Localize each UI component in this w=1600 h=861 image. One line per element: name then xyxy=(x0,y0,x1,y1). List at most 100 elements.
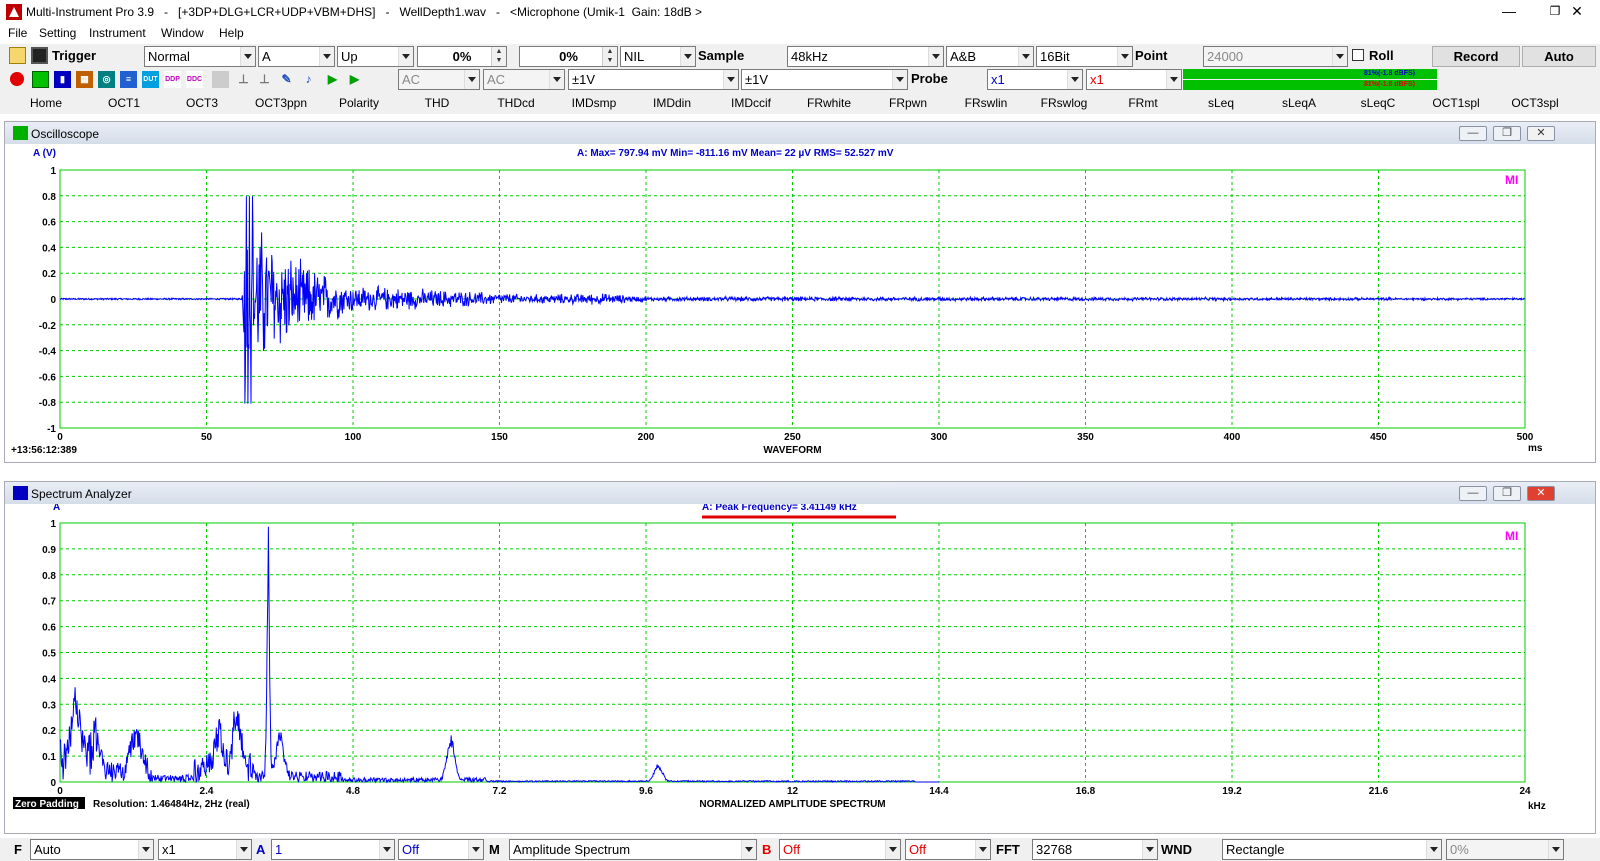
tab-sleq[interactable]: sLeq xyxy=(1183,96,1259,110)
tab-frswlin[interactable]: FRswlin xyxy=(948,96,1024,110)
tab-frswlog[interactable]: FRswlog xyxy=(1026,96,1102,110)
tab-imddin[interactable]: IMDdin xyxy=(634,96,710,110)
coupling-a-select[interactable]: AC xyxy=(398,69,480,90)
y-tick-label: 0.2 xyxy=(42,269,56,280)
y-axis-unit: A xyxy=(53,504,60,513)
auto-button[interactable]: Auto xyxy=(1522,46,1596,67)
menu-instrument[interactable]: Instrument xyxy=(89,26,146,40)
open-folder-icon[interactable] xyxy=(9,47,26,64)
overlap-select[interactable]: 0% xyxy=(1446,839,1564,860)
chevron-down-icon xyxy=(1117,47,1132,66)
measurement-select[interactable]: Amplitude Spectrum xyxy=(509,839,757,860)
tab-imdsmp[interactable]: IMDsmp xyxy=(556,96,632,110)
record-dot-icon[interactable] xyxy=(10,72,24,86)
trigger-edge-select[interactable]: Up xyxy=(337,46,414,67)
panel-restore-button[interactable]: ❐ xyxy=(1493,486,1521,501)
channels-select[interactable]: A&B xyxy=(946,46,1034,67)
tab-frwhite[interactable]: FRwhite xyxy=(791,96,867,110)
a-option-select[interactable]: Off xyxy=(398,839,484,860)
x-tick-label: 500 xyxy=(1517,432,1534,443)
panel-close-button[interactable]: ✕ xyxy=(1527,126,1555,141)
speaker-icon[interactable]: ♪ xyxy=(300,71,317,88)
range-a-select[interactable]: ±1V xyxy=(568,69,739,90)
trigger-up-icon[interactable]: ⊥ xyxy=(235,71,252,88)
x-tick-label: 16.8 xyxy=(1076,786,1096,797)
trigger-mode-select[interactable]: Normal xyxy=(144,46,256,67)
panel-restore-button[interactable]: ❐ xyxy=(1493,126,1521,141)
spectrum-icon[interactable]: ▮ xyxy=(54,71,71,88)
f-scale-select[interactable]: Auto xyxy=(30,839,154,860)
phase-plot-icon[interactable]: ◎ xyxy=(98,71,115,88)
tab-frmt[interactable]: FRmt xyxy=(1105,96,1181,110)
chevron-down-icon xyxy=(1426,840,1441,859)
spectrum-panel: Spectrum Analyzer — ❐ ✕ 0 2.4 4.8 7.2 9.6 12 1… xyxy=(4,481,1596,834)
trigger-level-stepper[interactable]: 0% ▲ ▼ xyxy=(417,46,507,67)
tab-oct1[interactable]: OCT1 xyxy=(86,96,162,110)
tab-sleqa[interactable]: sLeqA xyxy=(1261,96,1337,110)
y-tick-label: -1 xyxy=(47,424,56,435)
minimize-button[interactable]: — xyxy=(1486,0,1532,24)
dut-icon[interactable]: DUT xyxy=(142,71,159,88)
chevron-down-icon xyxy=(549,70,564,89)
tab-polarity[interactable]: Polarity xyxy=(321,96,397,110)
level-a-text: 81%(-1.8 dBFS) xyxy=(1364,70,1415,77)
trigger-b-icon[interactable]: ⊥ xyxy=(256,71,273,88)
bits-select[interactable]: 16Bit xyxy=(1036,46,1133,67)
probe-a-select[interactable]: x1 xyxy=(987,69,1083,90)
tab-oct3[interactable]: OCT3 xyxy=(164,96,240,110)
panel-minimize-button[interactable]: — xyxy=(1459,486,1487,501)
wrench-icon[interactable]: ✎ xyxy=(278,71,295,88)
tab-oct3spl[interactable]: OCT3spl xyxy=(1497,96,1573,110)
chevron-down-icon xyxy=(319,47,334,66)
window-function-select[interactable]: Rectangle xyxy=(1222,839,1442,860)
play-icon[interactable]: ▶ xyxy=(324,71,341,88)
menu-file[interactable]: File xyxy=(8,26,27,40)
spectrum-chart[interactable]: 0 2.4 4.8 7.2 9.6 12 14.4 16.8 19.2 21.6 24 1 0.9 0.8… xyxy=(5,504,1595,833)
menu-window[interactable]: Window xyxy=(161,26,204,40)
panel-minimize-button[interactable]: — xyxy=(1459,126,1487,141)
fft-size-select[interactable]: 32768 xyxy=(1032,839,1158,860)
level-meter: 81%(-1.8 dBFS) 81%(-1.8 dBFS) xyxy=(1183,68,1596,90)
point-select[interactable]: 24000 xyxy=(1203,46,1348,67)
b-scale-select[interactable]: Off xyxy=(779,839,901,860)
x-tick-label: 4.8 xyxy=(346,786,360,797)
ddc-icon[interactable]: DDC xyxy=(186,71,203,88)
oscilloscope-chart[interactable]: 0 50 100 150 200 250 300 350 400 450 500 1 0.8 0.6 0.4… xyxy=(5,144,1595,462)
spin-arrows-icon: ▲ ▼ xyxy=(602,47,617,66)
sample-label: Sample xyxy=(698,48,745,63)
nil-select[interactable]: NIL xyxy=(620,46,696,67)
b-option-select[interactable]: Off xyxy=(905,839,991,860)
tab-oct1spl[interactable]: OCT1spl xyxy=(1418,96,1494,110)
close-button[interactable]: ✕ xyxy=(1554,0,1600,24)
multimeter-icon[interactable]: ≡ xyxy=(120,71,137,88)
trigger-delay-stepper[interactable]: 0% ▲ ▼ xyxy=(519,46,618,67)
tab-frpwn[interactable]: FRpwn xyxy=(870,96,946,110)
tab-oct3ppn[interactable]: OCT3ppn xyxy=(243,96,319,110)
coupling-b-select[interactable]: AC xyxy=(483,69,565,90)
menu-bar: File Setting Instrument Window Help xyxy=(0,24,1600,44)
roll-checkbox[interactable] xyxy=(1352,49,1364,61)
spectrogram-icon[interactable]: ▦ xyxy=(76,71,93,88)
tab-thd[interactable]: THD xyxy=(399,96,475,110)
sample-rate-select[interactable]: 48kHz xyxy=(787,46,944,67)
range-b-select[interactable]: ±1V xyxy=(741,69,908,90)
probe-b-select[interactable]: x1 xyxy=(1086,69,1182,90)
tab-sleqc[interactable]: sLeqC xyxy=(1340,96,1416,110)
panel-close-button[interactable]: ✕ xyxy=(1527,486,1555,501)
trigger-channel-select[interactable]: A xyxy=(258,46,335,67)
chevron-down-icon xyxy=(464,70,479,89)
a-scale-select[interactable]: 1 xyxy=(271,839,395,860)
record-button[interactable]: Record xyxy=(1432,46,1520,67)
ddp-icon[interactable]: DDP xyxy=(164,71,181,88)
lock-icon[interactable] xyxy=(212,71,229,88)
play-once-icon[interactable]: ▶ xyxy=(346,71,363,88)
menu-setting[interactable]: Setting xyxy=(39,26,76,40)
oscilloscope-icon[interactable] xyxy=(32,71,49,88)
tab-imdccif[interactable]: IMDccif xyxy=(713,96,789,110)
tab-thdcd[interactable]: THDcd xyxy=(478,96,554,110)
y-tick-label: -0.2 xyxy=(39,321,57,332)
menu-help[interactable]: Help xyxy=(219,26,244,40)
zoom-select[interactable]: x1 xyxy=(158,839,252,860)
tab-home[interactable]: Home xyxy=(8,96,84,110)
save-icon[interactable] xyxy=(31,47,48,64)
